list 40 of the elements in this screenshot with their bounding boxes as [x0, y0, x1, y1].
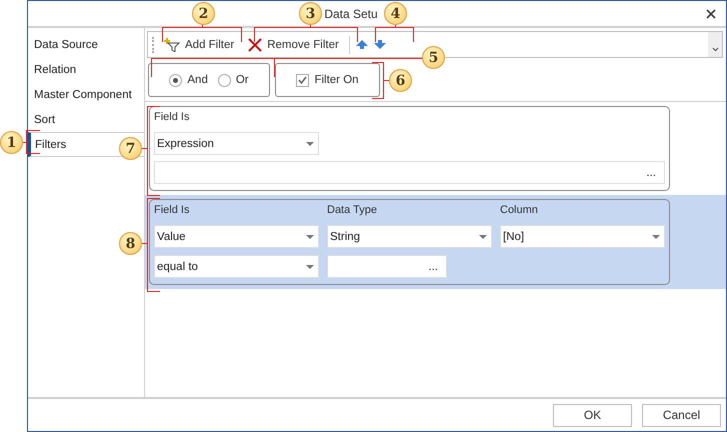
- sidebar-item[interactable]: Master Component: [28, 82, 144, 107]
- overflow-button[interactable]: [708, 32, 722, 57]
- dropdown[interactable]: Value: [154, 225, 319, 248]
- checkbox[interactable]: [296, 74, 310, 86]
- close-icon: [248, 38, 262, 52]
- radio-label: And: [187, 74, 208, 86]
- leader-line: [141, 148, 147, 149]
- condition-dropdown[interactable]: equal to: [154, 255, 319, 278]
- column-label: Column: [500, 204, 539, 218]
- close-button[interactable]: [704, 7, 718, 21]
- window-title: Data Setu: [324, 6, 378, 20]
- radio-button[interactable]: [169, 74, 182, 86]
- callout-bracket: [375, 27, 414, 42]
- dropdown[interactable]: Expression: [154, 132, 319, 155]
- chevron-down-icon: [710, 45, 720, 54]
- remove-filter-button[interactable]: Remove Filter: [244, 34, 343, 56]
- cancel-button[interactable]: Cancel: [642, 404, 721, 426]
- value-field[interactable]: ...: [327, 255, 447, 278]
- callout-bracket: [372, 62, 384, 99]
- sidebar-item[interactable]: Relation: [28, 57, 144, 82]
- column-label: Field Is: [154, 111, 190, 125]
- dropdown[interactable]: [No]: [500, 225, 665, 248]
- dropdown[interactable]: String: [327, 225, 492, 248]
- expression-field[interactable]: ...: [154, 161, 665, 184]
- up-arrow-icon[interactable]: [356, 40, 368, 49]
- radio-label: Or: [236, 74, 249, 86]
- add-filter-button[interactable]: Add Filter: [160, 34, 238, 56]
- radio-button[interactable]: [218, 74, 231, 86]
- callout-number: 1: [0, 131, 23, 154]
- add-filter-icon: [164, 38, 180, 52]
- column-label: Data Type: [327, 204, 378, 218]
- leader-line: [384, 80, 390, 81]
- sidebar-item[interactable]: Sort: [28, 107, 144, 132]
- checkbox-label: Filter On: [314, 74, 359, 86]
- column-label: Field Is: [154, 204, 190, 218]
- down-arrow-icon[interactable]: [374, 40, 386, 49]
- filter-row[interactable]: Field Is Data Type Column Value String [No] equal to ...: [145, 195, 726, 289]
- ok-button[interactable]: OK: [553, 404, 632, 426]
- sidebar-item[interactable]: Data Source: [28, 32, 144, 57]
- leader-line: [141, 243, 147, 244]
